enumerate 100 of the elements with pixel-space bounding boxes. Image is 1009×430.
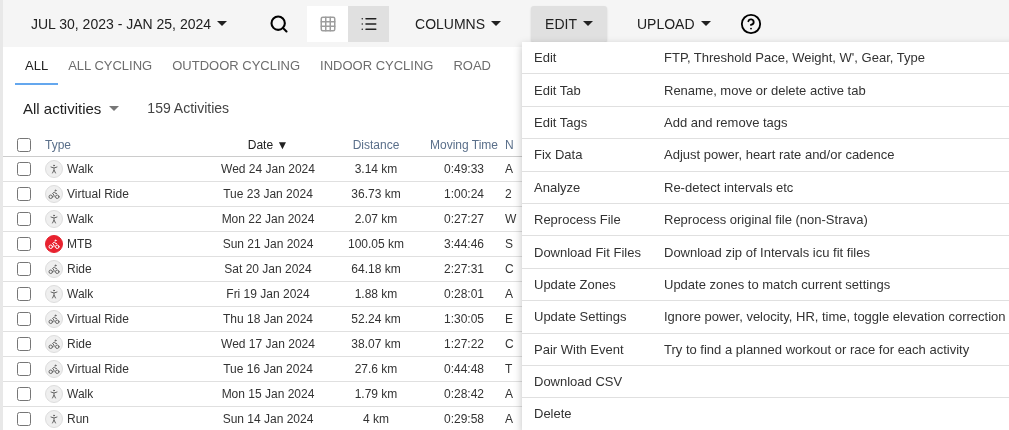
table-cell-text: 1:00:24 <box>442 187 485 201</box>
tab[interactable]: INDOOR CYCLING <box>310 47 444 85</box>
table-cell-text: 3.14 km <box>353 162 399 176</box>
table-cell-text: 4 km <box>362 412 390 426</box>
activity-filter-select[interactable]: All activities <box>23 99 120 117</box>
row-checkbox[interactable] <box>17 412 31 426</box>
table-cell-text: 3:44:46 <box>442 237 485 251</box>
tab[interactable]: ROAD <box>443 47 501 85</box>
menu-item[interactable]: Update Settings Ignore power, velocity, HR, time, toggle elevation correction <box>522 301 1009 334</box>
menu-button[interactable]: UPLOAD <box>622 5 725 42</box>
menu-item[interactable]: Download Fit Files Download zip of Intervals icu fit files <box>522 236 1009 269</box>
menu-item-label: Delete <box>534 406 573 422</box>
table-cell: Virtual Ride <box>67 362 129 376</box>
row-checkbox[interactable] <box>17 362 31 376</box>
menu-item-description: FTP, Threshold Pace, Weight, W', Gear, Type <box>664 50 926 66</box>
menu-item-label: Update Settings <box>534 309 628 325</box>
menu-item[interactable]: Analyze Re-detect intervals etc <box>522 171 1009 204</box>
table-cell: Virtual Ride <box>67 312 129 326</box>
table-cell-text: 27.6 km <box>353 362 399 376</box>
menu-item[interactable]: Edit Tags Add and remove tags <box>522 106 1009 140</box>
menu-item[interactable]: Fix Data Adjust power, heart rate and/or cadence <box>522 139 1009 172</box>
menu-item[interactable]: Download CSV <box>522 365 1009 399</box>
menu-item-description: Adjust power, heart rate and/or cadence <box>664 147 896 163</box>
menu-item-label: Edit Tab <box>534 82 582 98</box>
table-cell-text: Wed 24 Jan 2024 <box>220 162 316 176</box>
menu-button[interactable]: EDIT <box>531 5 607 42</box>
menu-item-label: Edit <box>534 50 558 66</box>
table-cell-text: 1:27:22 <box>442 337 485 351</box>
menu-button[interactable]: COLUMNS <box>401 5 516 42</box>
table-cell-text: A <box>505 287 514 301</box>
menu-item[interactable]: Edit FTP, Threshold Pace, Weight, W', Gear, Type <box>522 42 1009 75</box>
tab[interactable]: OUTDOOR CYCLING <box>162 47 311 85</box>
caret-icon <box>491 21 502 26</box>
table-cell-text: 100.05 km <box>346 237 405 251</box>
row-checkbox[interactable] <box>17 337 31 351</box>
column-header[interactable]: Type <box>45 137 207 152</box>
grid-icon <box>318 14 337 33</box>
menu-item-label: Edit Tags <box>534 114 589 130</box>
menu-item[interactable]: Pair With Event Try to find a planned workout or race for each activity <box>522 333 1009 366</box>
date-range-button[interactable]: JUL 30, 2023 - JAN 25, 2024 <box>17 5 242 42</box>
table-cell-text: 36.73 km <box>350 187 402 201</box>
table-cell-text: 0:44:48 <box>442 362 485 376</box>
row-checkbox[interactable] <box>17 187 31 201</box>
table-cell-text: A <box>505 162 514 176</box>
caret-icon <box>217 21 228 26</box>
row-checkbox[interactable] <box>17 262 31 276</box>
table-cell-text: 52.24 km <box>350 312 402 326</box>
table-cell-text: 1:30:05 <box>442 312 485 326</box>
menu-item-description: Try to find a planned workout or race for each activity <box>664 341 971 357</box>
list-view-button[interactable] <box>348 5 390 42</box>
table-cell-text: C <box>505 337 515 351</box>
activity-count: 159 Activities <box>147 100 230 116</box>
row-checkbox[interactable] <box>17 162 31 176</box>
menu-item-description: Re-detect intervals etc <box>664 179 795 195</box>
search-icon <box>269 13 290 34</box>
table-cell: Ride <box>67 337 92 351</box>
caret-icon <box>109 105 120 111</box>
menu-item-description: Reprocess original file (non-Strava) <box>664 212 869 228</box>
menu-item[interactable]: Edit Tab Rename, move or delete active tab <box>522 74 1009 107</box>
table-cell-text: 2.07 km <box>353 212 399 226</box>
row-checkbox[interactable] <box>17 287 31 301</box>
menu-item-label: Download Fit Files <box>534 244 642 260</box>
row-checkbox[interactable] <box>17 312 31 326</box>
tab[interactable]: ALL <box>15 47 59 85</box>
menu-item-label: Reprocess File <box>534 212 622 228</box>
table-cell-text: E <box>505 312 514 326</box>
menu-item-label: Pair With Event <box>534 341 625 357</box>
tab[interactable]: ALL CYCLING <box>58 47 163 85</box>
table-cell-text: 2:27:31 <box>442 262 485 276</box>
table-cell: MTB <box>67 237 93 251</box>
select-all-checkbox[interactable] <box>17 137 31 152</box>
row-checkbox[interactable] <box>17 387 31 401</box>
table-cell-text: A <box>505 387 514 401</box>
column-header[interactable]: Date ▼ <box>207 137 329 152</box>
menu-item-label: Analyze <box>534 179 582 195</box>
row-checkbox[interactable] <box>17 237 31 251</box>
table-cell-text: Sun 21 Jan 2024 <box>221 237 315 251</box>
table-cell-text: W <box>505 212 518 226</box>
table-cell-text: 2 <box>505 187 513 201</box>
table-cell-text: T <box>505 362 514 376</box>
column-header[interactable]: Moving Time <box>423 137 505 152</box>
help-icon <box>739 12 762 35</box>
menu-item[interactable]: Update Zones Update zones to match current settings <box>522 268 1009 302</box>
table-cell-text: 38.07 km <box>350 337 402 351</box>
row-checkbox[interactable] <box>17 212 31 226</box>
table-cell-text: Sat 20 Jan 2024 <box>223 262 313 276</box>
table-cell: Walk <box>67 162 94 176</box>
table-cell: Run <box>67 412 89 426</box>
table-cell-text: Tue 16 Jan 2024 <box>222 362 314 376</box>
column-header[interactable]: Distance <box>329 137 423 152</box>
caret-icon <box>582 21 593 26</box>
menu-item-label: Update Zones <box>534 276 617 292</box>
menu-item[interactable]: Delete <box>522 398 1009 430</box>
menu-item-description: Update zones to match current settings <box>664 276 892 292</box>
table-cell-text: Mon 22 Jan 2024 <box>220 212 316 226</box>
table-cell-text: S <box>505 237 514 251</box>
menu-item[interactable]: Reprocess File Reprocess original file (non-Strava) <box>522 203 1009 237</box>
menu-item-label: Fix Data <box>534 147 584 163</box>
table-cell-text: 0:49:33 <box>442 162 485 176</box>
table-cell-text: Tue 23 Jan 2024 <box>222 187 314 201</box>
